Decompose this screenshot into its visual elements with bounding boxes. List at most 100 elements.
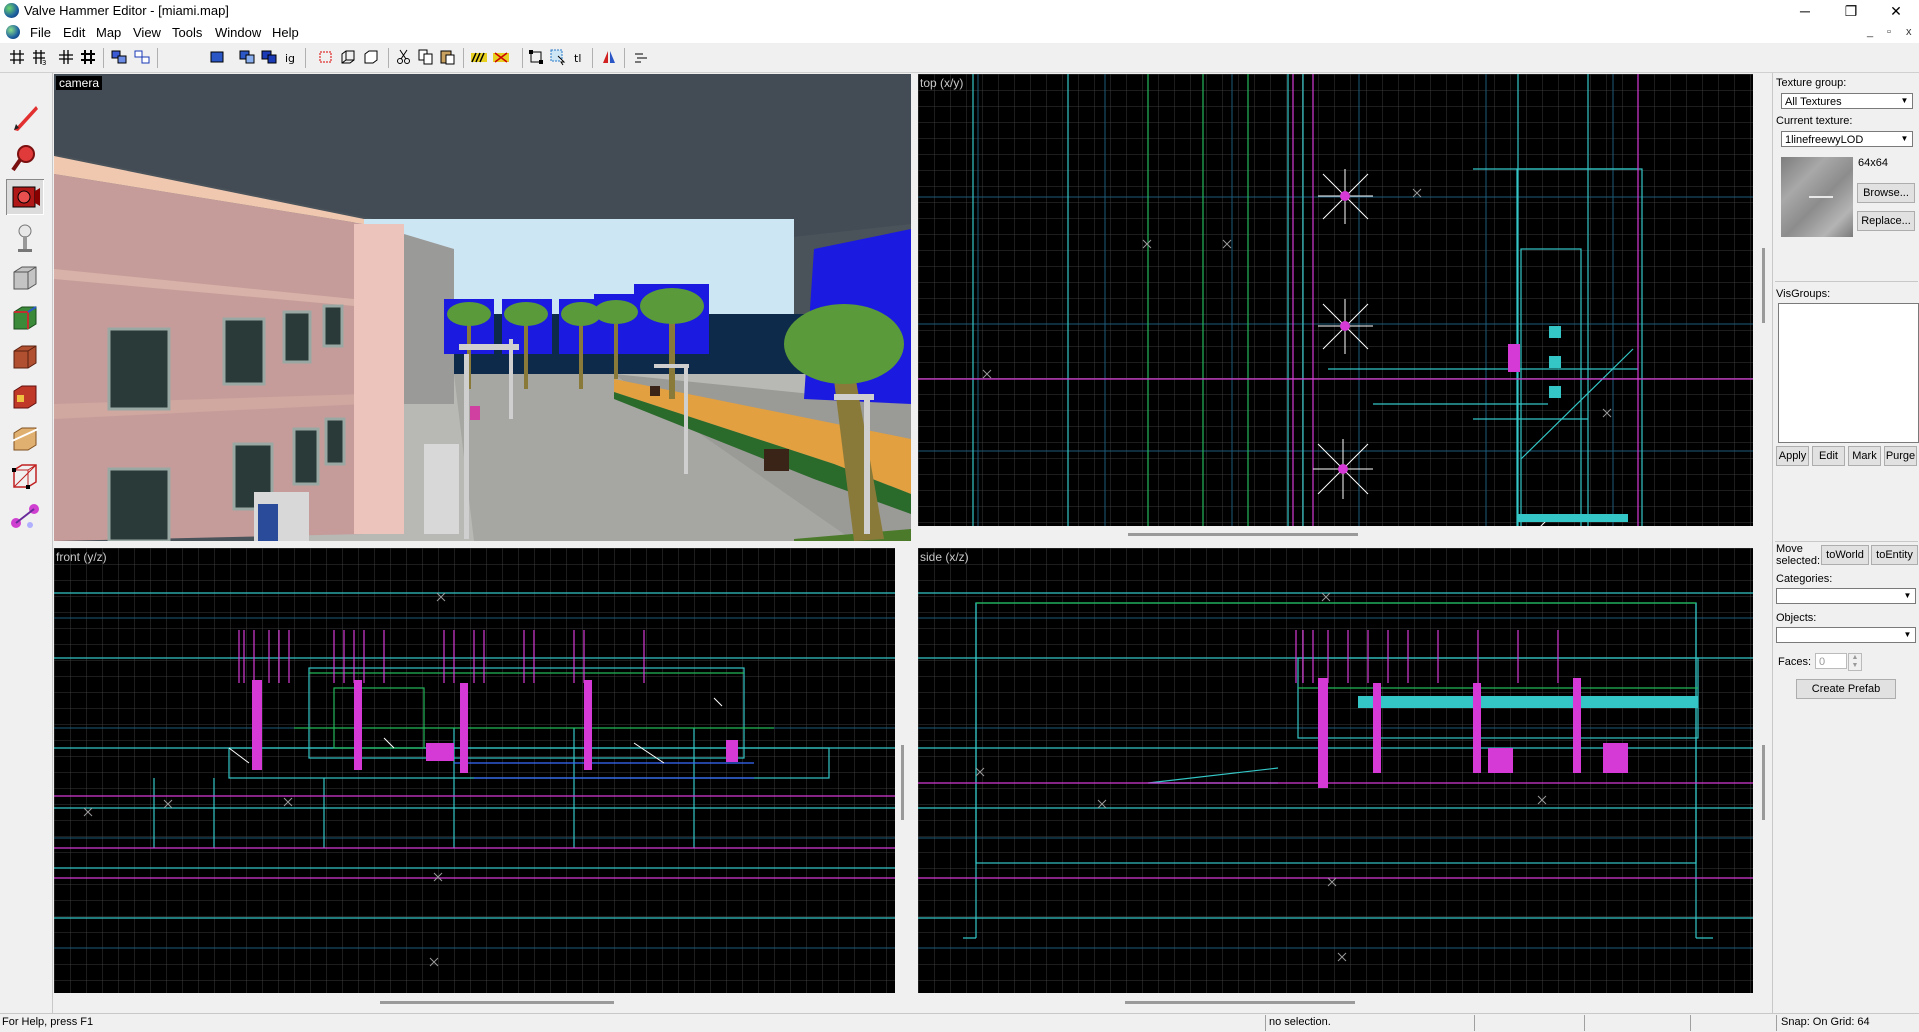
toolbar-separator: [592, 48, 593, 68]
toolbar-separator: [157, 48, 158, 68]
minimize-button[interactable]: ─: [1782, 0, 1828, 22]
front-viewport-label: front (y/z): [56, 550, 107, 564]
ungroup-icon[interactable]: [133, 48, 151, 66]
hollow-icon[interactable]: [339, 48, 357, 66]
hide-unselected-icon[interactable]: [238, 48, 256, 66]
toolbar: 3 ig tl: [0, 44, 1919, 73]
visgroup-purge-button[interactable]: Purge: [1884, 446, 1917, 466]
camera-viewport[interactable]: camera: [54, 74, 911, 541]
entity-tool-icon[interactable]: [6, 220, 44, 256]
status-bar: For Help, press F1 no selection. Snap: O…: [0, 1013, 1919, 1032]
menu-map[interactable]: Map: [96, 25, 121, 40]
current-texture-label: Current texture:: [1776, 115, 1853, 127]
apply-current-texture-icon[interactable]: [6, 339, 44, 375]
front-viewport-scrollbar[interactable]: [380, 1001, 614, 1004]
camera-tool-icon[interactable]: [6, 179, 44, 215]
maximize-button[interactable]: ❐: [1828, 0, 1874, 22]
snap-status: Snap: On Grid: 64: [1781, 1016, 1870, 1028]
side-viewport-vscrollbar[interactable]: [1762, 745, 1765, 820]
selection-tool-icon[interactable]: [6, 100, 44, 136]
to-world-button[interactable]: toWorld: [1821, 545, 1869, 565]
align-icon[interactable]: [632, 48, 650, 66]
status-divider: [1690, 1015, 1691, 1031]
clipping-tool-icon[interactable]: [6, 419, 44, 455]
texture-group-select[interactable]: All Textures ▼: [1781, 93, 1913, 109]
texture-lock-icon[interactable]: [470, 48, 488, 66]
path-tool-icon[interactable]: [6, 498, 44, 534]
camera-3d-scene: [54, 74, 911, 541]
current-texture-select[interactable]: 1linefreewyLOD ▼: [1781, 131, 1913, 147]
top-viewport[interactable]: top (x/y): [918, 74, 1753, 526]
front-viewport-grid: [54, 548, 895, 993]
copy-icon[interactable]: [417, 48, 435, 66]
cut-icon[interactable]: [395, 48, 413, 66]
objects-select[interactable]: ▼: [1776, 627, 1916, 643]
cube-outline-icon[interactable]: [362, 48, 380, 66]
side-viewport[interactable]: side (x/z): [918, 548, 1753, 993]
front-viewport[interactable]: front (y/z): [54, 548, 895, 993]
menu-file[interactable]: File: [30, 25, 51, 40]
menu-window[interactable]: Window: [215, 25, 261, 40]
mdi-close-button[interactable]: x: [1906, 26, 1912, 38]
browse-button[interactable]: Browse...: [1857, 183, 1915, 203]
move-selected-label: Move selected:: [1776, 543, 1821, 567]
categories-select[interactable]: ▼: [1776, 588, 1916, 604]
mdi-restore-button[interactable]: ▫: [1887, 26, 1891, 38]
chevron-down-icon: ▼: [1903, 630, 1912, 639]
visgroup-mark-button[interactable]: Mark: [1848, 446, 1881, 466]
panel-divider: [1775, 281, 1918, 282]
objects-label: Objects:: [1776, 612, 1817, 624]
carve-icon[interactable]: [317, 48, 335, 66]
magnify-tool-icon[interactable]: [6, 140, 44, 176]
texture-application-tool-icon[interactable]: [6, 300, 44, 336]
grid-toggle-icon[interactable]: [8, 48, 26, 66]
visgroup-edit-button[interactable]: Edit: [1812, 446, 1845, 466]
visgroup-apply-button[interactable]: Apply: [1776, 446, 1809, 466]
visgroups-label: VisGroups:: [1776, 288, 1831, 300]
paste-icon[interactable]: [439, 48, 457, 66]
faces-spinner[interactable]: ▲ ▼: [1848, 653, 1862, 671]
replace-button[interactable]: Replace...: [1857, 211, 1915, 231]
document-icon[interactable]: [6, 25, 20, 39]
svg-text:tl: tl: [574, 52, 581, 65]
top-viewport-vscrollbar[interactable]: [1762, 248, 1765, 323]
status-divider: [1474, 1015, 1475, 1031]
handles-icon[interactable]: [527, 48, 545, 66]
show-all-icon[interactable]: [260, 48, 278, 66]
svg-text:3: 3: [42, 59, 46, 66]
status-divider: [1776, 1015, 1777, 1031]
selection-mode-icon[interactable]: [549, 48, 567, 66]
texture-scale-lock-icon[interactable]: [492, 48, 510, 66]
hide-selected-icon[interactable]: [208, 48, 226, 66]
menu-view[interactable]: View: [133, 25, 161, 40]
grid-larger-icon[interactable]: [79, 48, 97, 66]
to-entity-button[interactable]: toEntity: [1871, 545, 1918, 565]
texture-application-icon[interactable]: tl: [571, 48, 589, 66]
faces-input[interactable]: 0: [1815, 653, 1847, 669]
mdi-minimize-button[interactable]: _: [1867, 26, 1873, 38]
menu-edit[interactable]: Edit: [63, 25, 85, 40]
grid-3d-icon[interactable]: 3: [30, 48, 48, 66]
close-button[interactable]: ✕: [1873, 0, 1919, 22]
toolbar-separator: [103, 48, 104, 68]
top-viewport-scrollbar[interactable]: [1128, 533, 1358, 536]
side-viewport-scrollbar[interactable]: [1125, 1001, 1355, 1004]
flip-icon[interactable]: [600, 48, 618, 66]
apply-decals-icon[interactable]: [6, 379, 44, 415]
menu-tools[interactable]: Tools: [172, 25, 202, 40]
texture-group-value: All Textures: [1785, 96, 1842, 108]
grid-smaller-icon[interactable]: [57, 48, 75, 66]
toolbar-separator: [624, 48, 625, 68]
menu-help[interactable]: Help: [272, 25, 299, 40]
visgroups-list[interactable]: [1778, 303, 1919, 443]
right-panel: Texture group: All Textures ▼ Current te…: [1772, 73, 1919, 1017]
ignore-groups-icon[interactable]: ig: [282, 48, 300, 66]
front-viewport-vscrollbar[interactable]: [901, 745, 904, 820]
chevron-down-icon: ▼: [1900, 96, 1909, 105]
block-tool-icon[interactable]: [6, 260, 44, 296]
faces-label: Faces:: [1778, 656, 1812, 668]
svg-text:ig: ig: [285, 52, 295, 65]
vertex-manipulation-icon[interactable]: [6, 458, 44, 494]
create-prefab-button[interactable]: Create Prefab: [1796, 679, 1896, 699]
group-icon[interactable]: [110, 48, 128, 66]
